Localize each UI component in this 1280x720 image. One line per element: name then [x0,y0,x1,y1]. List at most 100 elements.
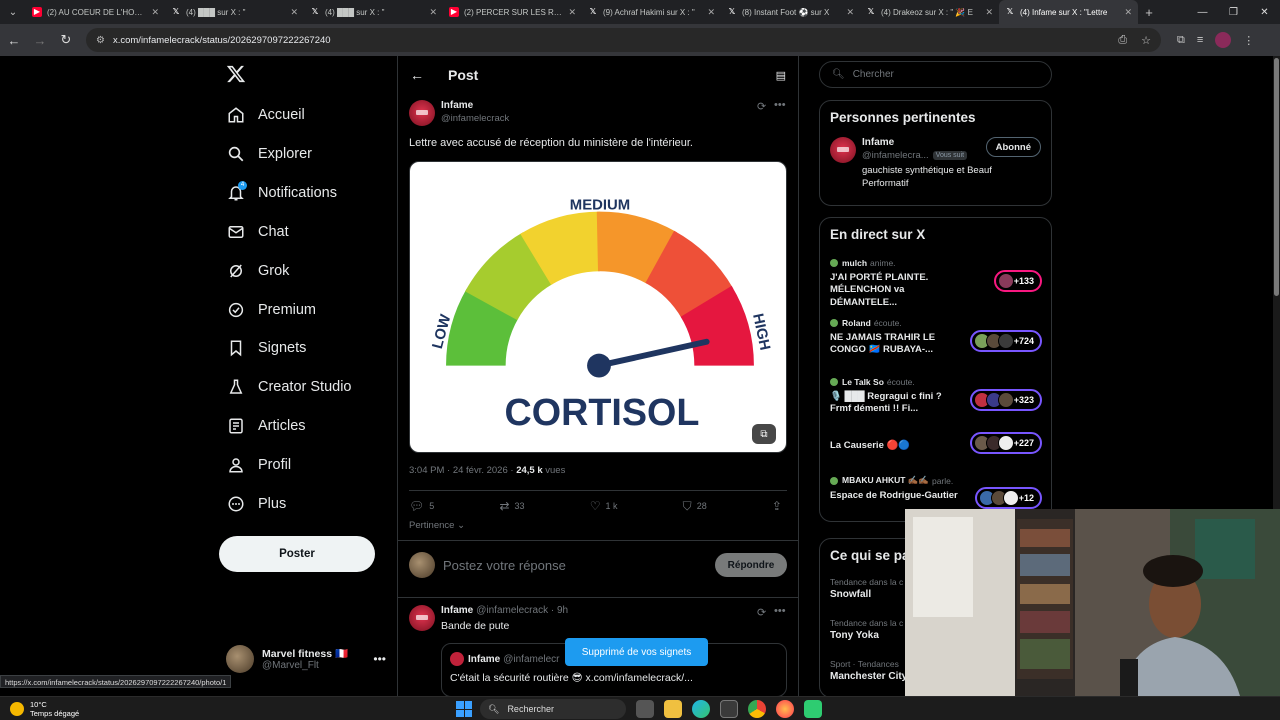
close-tab-icon[interactable]: ✕ [985,7,993,18]
scrollbar-thumb[interactable] [1274,58,1279,296]
store-icon[interactable] [720,700,738,718]
post-timestamp[interactable]: 3:04 PM · 24 févr. 2026 · [409,465,516,476]
browser-tab[interactable]: 𝕏 (8) Instant Foot ⚽ sur X ✕ [721,0,860,24]
weather-widget[interactable]: 10°C Temps dégagé [10,700,79,718]
reply-author-name[interactable]: Infame [441,605,473,616]
maximize-button[interactable]: ❐ [1218,0,1249,24]
reply-action[interactable]: 💬︎ 5 [409,499,434,513]
share-action[interactable]: ⇪ [772,499,787,513]
close-tab-icon[interactable]: ✕ [151,7,159,18]
browser-tab[interactable]: 𝕏 (9) Achraf Hakimi sur X : " ✕ [582,0,721,24]
listener-count-pill[interactable]: +133 [993,270,1042,292]
nav-item-accueil[interactable]: Accueil [226,100,305,130]
minimize-button[interactable]: — [1187,0,1218,24]
live-space-item[interactable]: Le Talk So écoute. 🎙️ ███ Regragui c fini … [830,377,1042,416]
trend-item[interactable]: Tendance dans la c Tony Yoka [830,618,903,641]
reply-input[interactable]: Postez votre réponse [443,558,566,573]
browser-tab[interactable]: 𝕏 (4) Infame sur X : "Lettre ✕ [999,0,1138,24]
taskbar-search[interactable]: 🔍︎ Rechercher [480,699,626,719]
close-tab-icon[interactable]: ✕ [290,7,298,18]
chrome-profile-avatar[interactable] [1215,32,1232,48]
listener-count-pill[interactable]: +227 [969,432,1042,454]
live-space-item[interactable]: mulch anime. J'AI PORTÉ PLAINTE. MÉLENCHON… [830,258,1042,309]
reader-mode-icon[interactable]: ▤ [776,69,786,82]
firefox-icon[interactable] [776,700,794,718]
person-name[interactable]: Infame [862,137,967,148]
bookmark-action[interactable]: ⛉ 28 [683,499,707,514]
install-app-icon[interactable]: ⎙ [1118,34,1127,47]
close-tab-icon[interactable]: ✕ [846,7,854,18]
bookmark-star-icon[interactable]: ☆ [1141,34,1151,47]
trend-item[interactable]: Tendance dans la c Snowfall [830,577,903,600]
author-handle[interactable]: @infamelecrack [441,113,509,124]
post-author[interactable]: Infame @infamelecrack [409,100,509,126]
new-tab-button[interactable]: + [1138,5,1160,20]
live-space-item[interactable]: MBAKU AHKUT ✍🏾✍🏾 parle. Espace de Rodrigue… [830,475,1042,509]
reload-button[interactable]: ↻ [54,28,78,52]
app-icon[interactable] [804,700,822,718]
back-button[interactable]: ← [2,28,26,52]
following-button[interactable]: Abonné [985,137,1041,157]
alt-badge-icon[interactable]: ⧉ [752,424,776,444]
close-tab-icon[interactable]: ✕ [429,7,437,18]
extensions-icon[interactable]: ⧉ [1177,34,1185,47]
site-info-icon[interactable]: ⚙ [96,35,105,46]
author-name[interactable]: Infame [441,100,509,111]
post-button[interactable]: Poster [219,536,375,572]
back-arrow-icon[interactable]: ← [410,67,424,83]
task-view-icon[interactable] [636,700,654,718]
browser-tab[interactable]: ▶ (2) AU COEUR DE L'HOMME ✕ [26,0,165,24]
address-bar[interactable]: ⚙ x.com/infamelecrack/status/20262970972… [86,28,1161,52]
browser-tab[interactable]: 𝕏 (4) ███ sur X : " ✕ [304,0,443,24]
live-space-item[interactable]: La Causerie 🔴🔵 +227 [830,432,1042,454]
more-dots-icon[interactable]: ••• [373,652,386,666]
forward-button[interactable]: → [28,28,52,52]
trend-item[interactable]: Sport · Tendances Manchester City [830,659,907,682]
x-logo-icon[interactable] [226,64,248,86]
nav-item-signets[interactable]: Signets [226,333,306,363]
nav-item-creator-studio[interactable]: Creator Studio [226,372,352,402]
nav-item-grok[interactable]: Grok [226,256,289,286]
nav-item-notifications[interactable]: 4 Notifications [226,178,337,208]
reply-button[interactable]: Répondre [715,553,787,577]
grok-icon[interactable]: ⟳ [757,100,766,113]
more-options-icon[interactable]: ••• [774,99,786,111]
reply-post[interactable]: Infame @infamelecrack · 9h Bande de pute [409,605,787,632]
file-explorer-icon[interactable] [664,700,682,718]
media-controls-icon[interactable]: ≡ [1197,34,1203,46]
nav-item-plus[interactable]: Plus [226,489,286,519]
close-tab-icon[interactable]: ✕ [568,7,576,18]
reply-sort-dropdown[interactable]: Pertinence ⌄ [409,520,465,531]
more-options-icon[interactable]: ••• [774,605,786,617]
listener-count-pill[interactable]: +724 [969,330,1042,352]
account-switcher[interactable]: Marvel fitness 🇫🇷 @Marvel_Flt ••• [226,644,386,674]
nav-item-explorer[interactable]: Explorer [226,139,312,169]
edge-icon[interactable] [692,700,710,718]
post-image[interactable]: MEDIUM LOW HIGH CORTISOL ⧉ [409,161,787,453]
avatar[interactable] [409,605,435,631]
reply-author-handle[interactable]: @infamelecrack · 9h [476,605,568,616]
nav-item-premium[interactable]: Premium [226,295,316,325]
avatar[interactable] [830,137,856,163]
browser-tab[interactable]: 𝕏 (4) ███ sur X : " ✕ [165,0,304,24]
tab-search-dropdown[interactable]: ⌄ [0,0,26,24]
close-tab-icon[interactable]: ✕ [707,7,715,18]
browser-tab[interactable]: ▶ (2) PERCER SUR LES RÉSE ✕ [443,0,582,24]
close-window-button[interactable]: ✕ [1249,0,1280,24]
like-action[interactable]: ♡ 1 k [590,499,618,513]
browser-tab[interactable]: 𝕏 (4) Drakeoz sur X : " 🎉 E ✕ [860,0,999,24]
nav-item-articles[interactable]: Articles [226,411,306,441]
nav-item-chat[interactable]: Chat [226,217,289,247]
chrome-icon[interactable] [748,700,766,718]
live-space-item[interactable]: Roland écoute. NE JAMAIS TRAHIR LE CONGO 🇨… [830,318,1042,357]
repost-action[interactable]: ⇄ 33 [499,499,524,513]
search-input[interactable]: 🔍︎ Chercher [819,61,1052,88]
listener-count-pill[interactable]: +323 [969,389,1042,411]
avatar[interactable] [409,100,435,126]
nav-item-profil[interactable]: Profil [226,450,291,480]
chrome-menu-icon[interactable]: ⋮ [1243,34,1254,47]
person-handle[interactable]: @infamelecra... [862,150,929,161]
listener-count-pill[interactable]: +12 [974,487,1042,509]
windows-start-icon[interactable] [456,701,472,717]
close-tab-icon[interactable]: ✕ [1124,7,1132,18]
